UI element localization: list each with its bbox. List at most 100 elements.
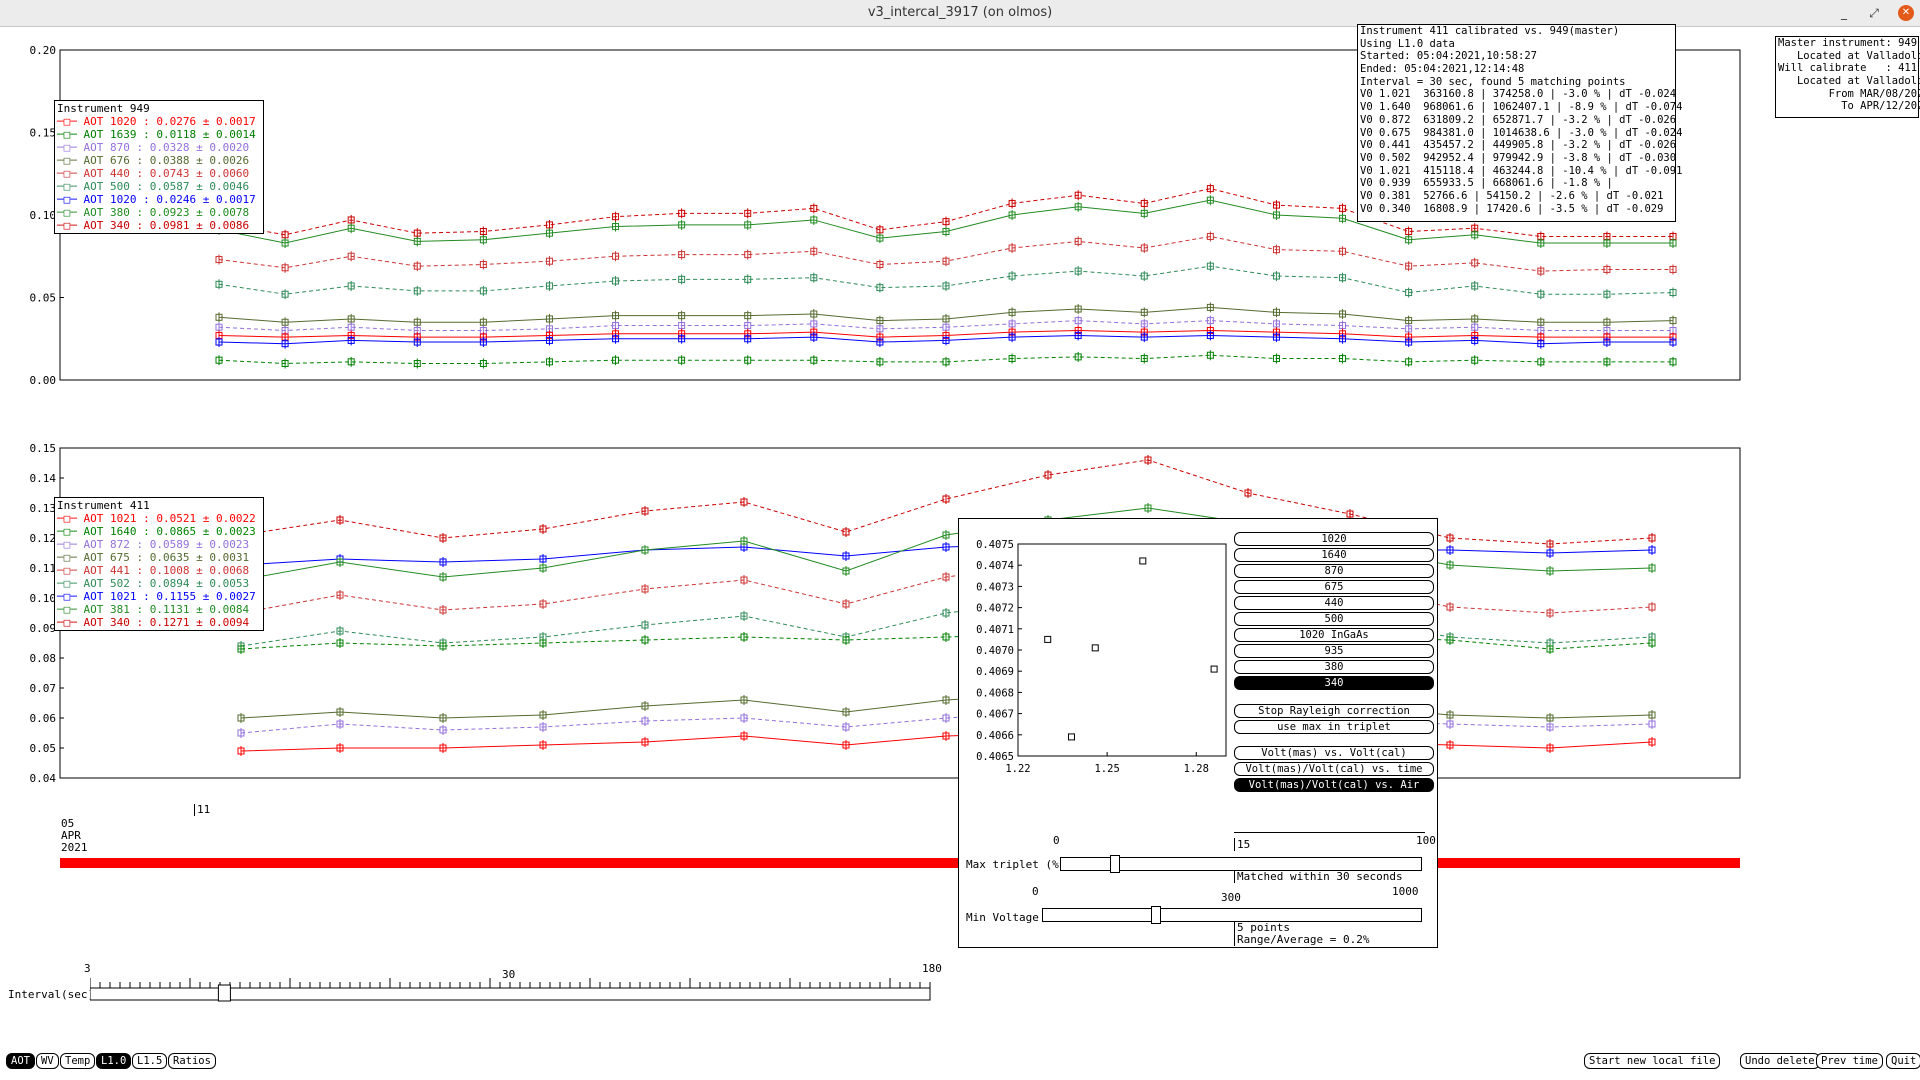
min-voltage-slider[interactable] (1042, 908, 1422, 922)
y-tick-label: 0.11 (30, 562, 57, 575)
legend-label: AOT 440 : (83, 167, 144, 180)
scatter-y-tick-label: 0.4067 (976, 709, 1014, 721)
legend-symbol-icon: ─□─ (57, 525, 84, 538)
legend-symbol-icon: ─□─ (57, 577, 84, 590)
wavelength-button[interactable]: 1640 (1234, 548, 1434, 562)
y-tick-label: 0.12 (30, 532, 57, 545)
y-tick-label: 0.08 (30, 652, 57, 665)
legend-label: AOT 872 : (83, 538, 144, 551)
info-line: V0 0.675 984381.0 | 1014638.6 | -3.0 % |… (1360, 126, 1683, 139)
info-line: V0 0.502 942952.4 | 979942.9 | -3.8 % | … (1360, 151, 1677, 164)
plot-mode-button[interactable]: Volt(mas) vs. Volt(cal) (1234, 746, 1434, 760)
wavelength-button[interactable]: 380 (1234, 660, 1434, 674)
min-voltage-label: Min Voltage (966, 911, 1039, 924)
legend-value: 0.0276 ± 0.0017 (149, 115, 256, 128)
legend-label: AOT 675 : (83, 551, 144, 564)
info-line: V0 0.441 435457.2 | 449905.8 | -3.2 % | … (1360, 139, 1677, 152)
scatter-y-tick-label: 0.4072 (976, 603, 1014, 615)
scatter-y-tick-label: 0.4066 (976, 730, 1014, 742)
max-triplet-min: 0 (1053, 834, 1060, 847)
wavelength-button[interactable]: 1020 (1234, 532, 1434, 546)
legend-entry: ─□─ AOT 1021 : 0.1155 ± 0.0027 (57, 590, 261, 603)
scatter-y-tick-label: 0.4071 (976, 624, 1014, 636)
action-button[interactable]: Prev time (1816, 1053, 1883, 1069)
legend-label: AOT 381 : (83, 603, 144, 616)
legend-label: AOT 1020 : (83, 193, 150, 206)
minimize-icon[interactable]: _ (1836, 5, 1852, 21)
info-line: Started: 05:04:2021,10:58:27 (1360, 50, 1538, 63)
legend-entry: ─□─ AOT 340 : 0.1271 ± 0.0094 (57, 616, 261, 629)
legend-value: 0.0589 ± 0.0023 (143, 538, 250, 551)
mode-toggle-button[interactable]: L1.0 (96, 1053, 132, 1069)
close-icon[interactable]: ✕ (1898, 5, 1914, 21)
mode-toggle-button[interactable]: WV (36, 1053, 59, 1069)
legend-label: AOT 1020 : (83, 115, 150, 128)
max-triplet-max: 100 (1416, 834, 1436, 847)
info-line: V0 0.340 16808.9 | 17420.6 | -3.5 % | dT… (1360, 202, 1664, 215)
legend-label: AOT 380 : (83, 206, 144, 219)
legend-symbol-icon: ─□─ (57, 538, 84, 551)
action-button[interactable]: Quit (1886, 1053, 1920, 1069)
info-line: Located at Valladolid (1778, 75, 1920, 88)
legend-label: AOT 1639 : (83, 128, 150, 141)
min-voltage-slider-thumb[interactable] (1151, 906, 1162, 924)
legend-entry: ─□─ AOT 1020 : 0.0276 ± 0.0017 (57, 115, 261, 128)
wavelength-button[interactable]: 440 (1234, 596, 1434, 610)
wavelength-button[interactable]: 1020 InGaAs (1234, 628, 1434, 642)
legend-entry: ─□─ AOT 380 : 0.0923 ± 0.0078 (57, 206, 261, 219)
min-voltage-max: 1000 (1392, 885, 1419, 898)
date-year: 2021 (61, 841, 88, 854)
option-button[interactable]: use max in triplet (1234, 720, 1434, 734)
legend-value: 0.1271 ± 0.0094 (143, 616, 250, 629)
min-voltage-min: 0 (1032, 885, 1039, 898)
y-tick-label: 0.05 (30, 292, 57, 305)
time-range-bar[interactable] (60, 858, 1740, 868)
series-line (240, 555, 1653, 614)
legend-symbol-icon: ─□─ (57, 590, 84, 603)
interval-slider[interactable] (90, 978, 932, 1002)
max-triplet-slider-thumb[interactable] (1110, 855, 1120, 873)
plot-mode-button[interactable]: Volt(mas)/Volt(cal) vs. Air Mass (1234, 778, 1434, 803)
option-button[interactable]: Stop Rayleigh correction (1234, 704, 1434, 718)
legend-symbol-icon: ─□─ (57, 616, 84, 629)
wavelength-button[interactable]: 935 (1234, 644, 1434, 658)
wavelength-button[interactable]: 870 (1234, 564, 1434, 578)
scatter-y-tick-label: 0.4068 (976, 687, 1014, 699)
max-triplet-label: Max triplet (%) (966, 858, 1066, 871)
legend-entry: ─□─ AOT 676 : 0.0388 ± 0.0026 (57, 154, 261, 167)
legend-value: 0.0923 ± 0.0078 (143, 206, 250, 219)
plot-mode-button[interactable]: Volt(mas)/Volt(cal) vs. time (1234, 762, 1434, 776)
voltage-ratio-scatter[interactable]: 0.4075 0.4074 0.4073 0.4072 0.4071 0.4070 0.40… (966, 530, 1228, 780)
wavelength-button[interactable]: 340 (1234, 676, 1434, 690)
mode-toggle-button[interactable]: AOT (6, 1053, 35, 1069)
legend-label: AOT 870 : (83, 141, 144, 154)
info-line: Interval = 30 sec, found 5 matching poin… (1360, 75, 1626, 88)
mode-toggle-button[interactable]: L1.5 (132, 1053, 168, 1069)
wavelength-button[interactable]: 500 (1234, 612, 1434, 626)
maximize-icon[interactable]: ⤢ (1866, 5, 1882, 21)
scatter-y-tick-label: 0.4069 (976, 666, 1014, 678)
info-line: Master instrument: 949 (1778, 37, 1918, 49)
y-tick-label: 0.04 (30, 772, 57, 785)
date-label: 05 APR 2021 (61, 818, 88, 854)
max-triplet-scale (1234, 832, 1425, 833)
legend-value: 0.0894 ± 0.0053 (143, 577, 250, 590)
mode-toggle-button[interactable]: Temp (60, 1053, 96, 1069)
legend-entry: ─□─ AOT 872 : 0.0589 ± 0.0023 (57, 538, 261, 551)
wavelength-button[interactable]: 675 (1234, 580, 1434, 594)
legend-entry: ─□─ AOT 502 : 0.0894 ± 0.0053 (57, 577, 261, 590)
legend-label: AOT 1021 : (83, 512, 150, 525)
action-button[interactable]: Undo delete (1740, 1053, 1820, 1069)
legend-symbol-icon: ─□─ (57, 141, 84, 154)
legend-label: AOT 1021 : (83, 590, 150, 603)
legend-symbol-icon: ─□─ (57, 603, 84, 616)
window-titlebar: v3_intercal_3917 (on olmos) _ ⤢ ✕ (0, 0, 1920, 27)
window-title: v3_intercal_3917 (on olmos) (867, 5, 1053, 20)
action-button[interactable]: Start new local file (1584, 1053, 1721, 1069)
info-line: Located at Valladolid (1778, 49, 1920, 62)
info-line: Ended: 05:04:2021,12:14:48 (1360, 63, 1525, 76)
interval-slider-thumb (217, 984, 231, 1002)
mode-toggle-button[interactable]: Ratios (168, 1053, 216, 1069)
info-line: V0 1.021 363160.8 | 374258.0 | -3.0 % | … (1360, 88, 1677, 101)
legend-value: 0.1008 ± 0.0068 (143, 564, 250, 577)
